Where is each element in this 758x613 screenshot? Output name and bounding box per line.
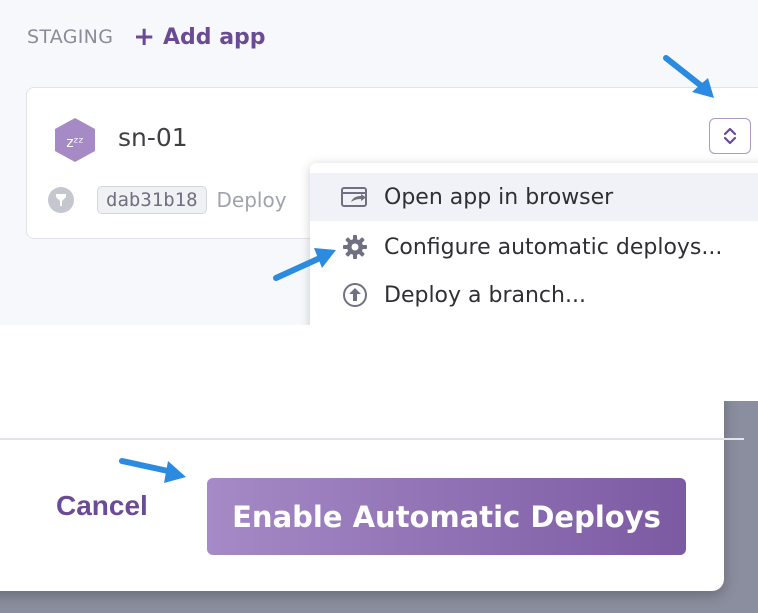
enable-deploys-dialog: Cancel Enable Automatic Deploys bbox=[0, 401, 744, 591]
upload-icon bbox=[340, 282, 370, 308]
deploy-status-text: Deploy bbox=[216, 188, 287, 212]
cancel-button[interactable]: Cancel bbox=[56, 490, 148, 522]
annotation-arrow-icon bbox=[273, 248, 336, 281]
menu-item-deploy-branch[interactable]: Deploy a branch... bbox=[310, 271, 758, 319]
app-menu-toggle[interactable] bbox=[709, 118, 751, 154]
modal-backdrop: Cancel Enable Automatic Deploys bbox=[0, 401, 758, 613]
menu-item-label: Open app in browser bbox=[384, 184, 614, 210]
chevron-up-down-icon bbox=[723, 127, 737, 145]
commit-hash[interactable]: dab31b18 bbox=[97, 186, 207, 214]
dialog-divider bbox=[0, 438, 744, 440]
staging-panel: STAGING + Add app zᶻᶻ sn-01 dab31b18 Dep… bbox=[0, 0, 758, 325]
stage-title: STAGING bbox=[27, 26, 114, 48]
stage-header: STAGING + Add app bbox=[27, 24, 266, 50]
enable-automatic-deploys-button[interactable]: Enable Automatic Deploys bbox=[207, 478, 686, 555]
external-window-icon bbox=[340, 184, 370, 210]
plus-icon: + bbox=[133, 22, 156, 52]
sleeping-dyno-icon: zᶻᶻ bbox=[55, 118, 95, 162]
menu-item-open-app[interactable]: Open app in browser bbox=[310, 173, 758, 221]
deploy-info: dab31b18 Deploy bbox=[47, 186, 287, 214]
add-app-label: Add app bbox=[163, 24, 266, 50]
annotation-arrow-icon bbox=[663, 55, 714, 98]
add-app-link[interactable]: + Add app bbox=[133, 24, 265, 50]
app-actions-menu: Open app in browser Configure automatic … bbox=[310, 163, 758, 325]
deploy-status-icon bbox=[48, 187, 74, 213]
separator-gap bbox=[0, 325, 758, 401]
annotation-arrow-icon bbox=[119, 458, 186, 483]
menu-item-label: Configure automatic deploys... bbox=[384, 234, 723, 260]
menu-item-configure-auto-deploys[interactable]: Configure automatic deploys... bbox=[310, 223, 758, 271]
menu-item-label: Deploy a branch... bbox=[384, 282, 586, 308]
app-name[interactable]: sn-01 bbox=[118, 123, 188, 152]
dyno-icon-text: zᶻᶻ bbox=[66, 135, 84, 151]
gear-icon bbox=[340, 234, 370, 260]
